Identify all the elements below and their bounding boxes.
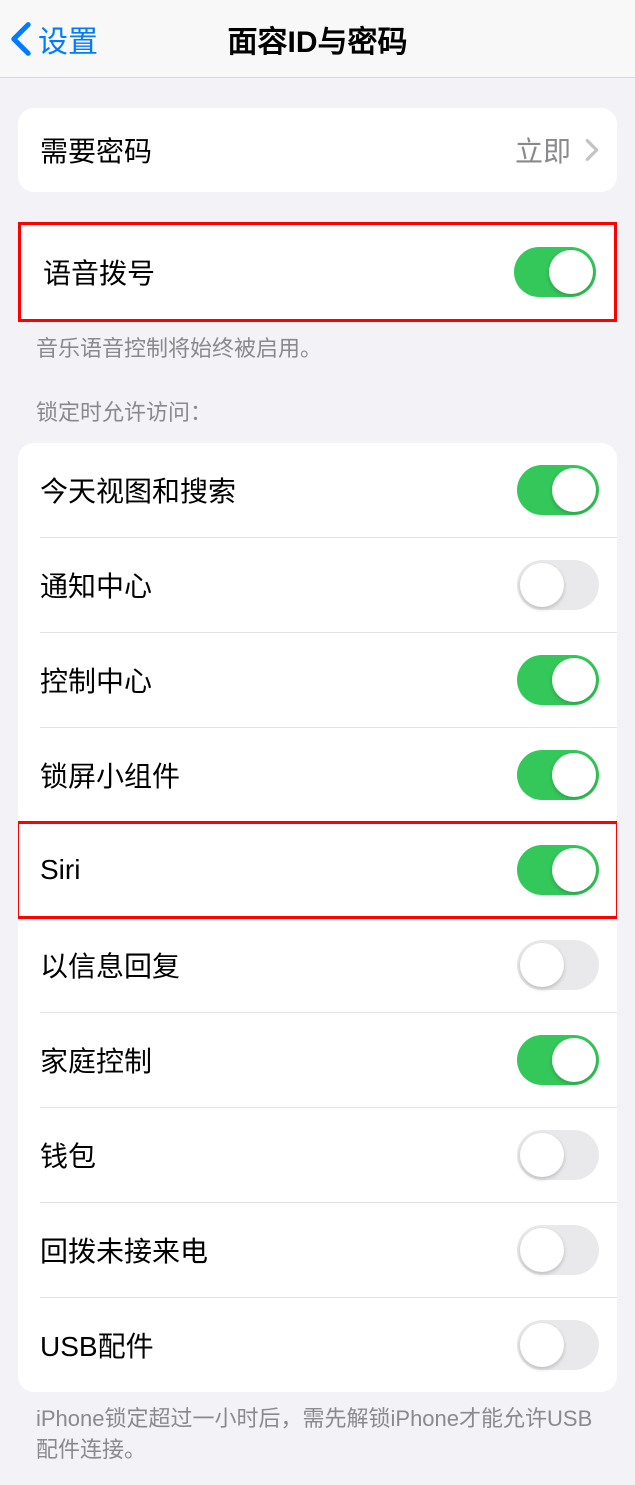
usb-accessories-row[interactable]: USB配件 [18,1298,617,1392]
reply-messages-row[interactable]: 以信息回复 [18,918,617,1012]
voice-dial-row[interactable]: 语音拨号 [21,225,614,319]
notification-center-toggle[interactable] [517,560,599,610]
reply-messages-label: 以信息回复 [40,945,180,985]
today-view-label: 今天视图和搜索 [40,470,236,510]
home-control-row[interactable]: 家庭控制 [18,1013,617,1107]
passcode-group: 需要密码 立即 [18,108,617,192]
usb-accessories-label: USB配件 [40,1325,154,1365]
notification-center-row[interactable]: 通知中心 [18,538,617,632]
wallet-toggle[interactable] [517,1130,599,1180]
voice-dial-footer: 音乐语音控制将始终被启用。 [0,322,635,365]
chevron-right-icon [585,138,599,162]
lock-screen-widgets-label: 锁屏小组件 [40,755,180,795]
return-missed-calls-label: 回拨未接来电 [40,1230,208,1270]
home-control-toggle[interactable] [517,1035,599,1085]
control-center-toggle[interactable] [517,655,599,705]
lock-access-group: 今天视图和搜索 通知中心 控制中心 锁屏小组件 Siri 以信息回复 [18,443,617,1392]
home-control-label: 家庭控制 [40,1040,152,1080]
wallet-label: 钱包 [40,1135,96,1175]
back-button[interactable]: 设置 [0,17,98,61]
lock-access-header: 锁定时允许访问： [0,365,635,437]
siri-label: Siri [40,854,80,886]
control-center-row[interactable]: 控制中心 [18,633,617,727]
navbar: 设置 面容ID与密码 [0,0,635,78]
voice-dial-group: 语音拨号 [18,222,617,322]
require-passcode-row[interactable]: 需要密码 立即 [18,108,617,192]
return-missed-calls-row[interactable]: 回拨未接来电 [18,1203,617,1297]
siri-row[interactable]: Siri [18,823,617,917]
require-passcode-value: 立即 [515,130,599,170]
today-view-toggle[interactable] [517,465,599,515]
control-center-label: 控制中心 [40,660,152,700]
today-view-row[interactable]: 今天视图和搜索 [18,443,617,537]
siri-toggle[interactable] [517,845,599,895]
usb-accessories-toggle[interactable] [517,1320,599,1370]
lock-screen-widgets-toggle[interactable] [517,750,599,800]
wallet-row[interactable]: 钱包 [18,1108,617,1202]
return-missed-calls-toggle[interactable] [517,1225,599,1275]
voice-dial-label: 语音拨号 [43,252,155,292]
back-label: 设置 [38,17,98,61]
notification-center-label: 通知中心 [40,565,152,605]
require-passcode-label: 需要密码 [40,130,152,170]
reply-messages-toggle[interactable] [517,940,599,990]
lock-screen-widgets-row[interactable]: 锁屏小组件 [18,728,617,822]
lock-access-footer: iPhone锁定超过一小时后，需先解锁iPhone才能允许USB配件连接。 [0,1392,635,1466]
voice-dial-toggle[interactable] [514,247,596,297]
chevron-left-icon [10,21,32,57]
